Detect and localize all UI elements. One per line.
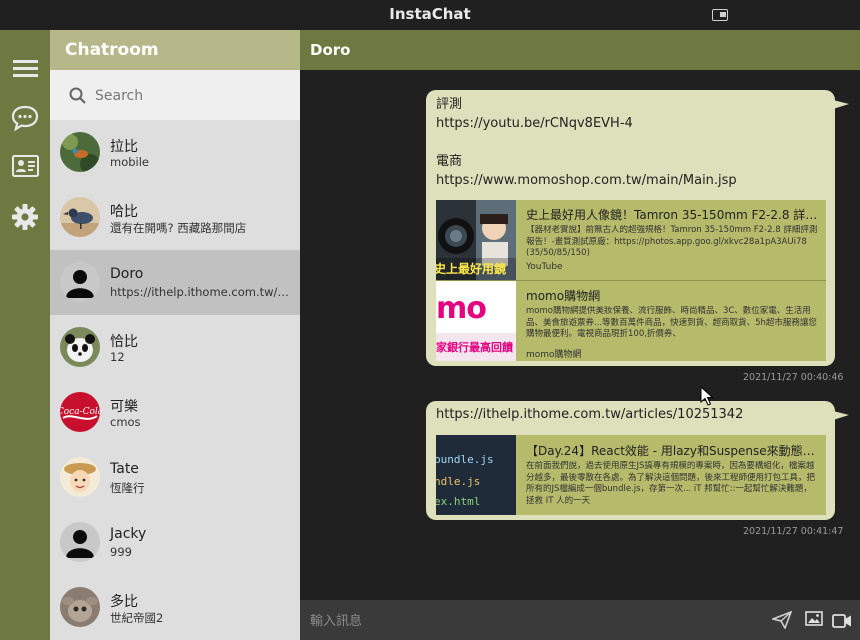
search-icon [69,87,86,104]
chat-name: 哈比 [110,204,138,220]
search-input[interactable] [95,84,285,108]
conversation-title: Doro [300,30,860,70]
momo-logo: mo [436,291,487,326]
chat-last-message: 世紀帝國2 [110,611,164,625]
message-timestamp: 2021/11/27 00:41:47 [743,526,844,537]
contacts-button[interactable] [10,151,40,181]
chat-last-message: 12 [110,350,125,364]
thumbnail-caption: 家銀行最高回饋 [436,341,513,354]
message-input[interactable] [310,610,750,632]
chat-last-message: 還有在開嗎? 西藏路那間店 [110,221,247,235]
thumbnail-file-1: bundle.js [436,453,494,466]
send-button[interactable] [770,610,793,633]
chat-item-kele[interactable]: Coca-Cola 可樂 cmos [50,380,300,445]
preview-description: 在前面我們說，過去使用原生JS搞專有規模的專案時，因為要構組化，檔案越分越多，最… [526,461,816,506]
message-input-bar [300,600,860,640]
gear-icon [12,204,38,230]
preview-title: 【Day.24】React效能 - 用lazy和Suspense來動態載入元件 [526,444,822,458]
avatar [60,587,100,627]
chats-button[interactable] [10,103,40,133]
link-preview-ithelp[interactable]: bundle.js ndle.js ex.html 【Day.24】React效… [436,435,826,515]
chat-name: Jacky [110,526,147,542]
message-bubble: 評測 https://youtu.be/rCNqv8EVH-4 電商 https… [426,90,849,366]
video-icon [832,614,851,628]
preview-thumbnail: mo 家銀行最高回饋 [436,281,516,361]
menu-button[interactable] [10,54,40,84]
link-preview-momo[interactable]: mo 家銀行最高回饋 momo購物網 momo購物網提供美妝保養、流行服飾、時尚… [436,281,826,361]
icon-rail [0,30,50,640]
message-bubble: https://ithelp.ithome.com.tw/articles/10… [426,401,849,520]
thumbnail-file-2: ndle.js [436,475,481,488]
message-timestamp: 2021/11/27 00:40:46 [743,372,844,383]
video-button[interactable] [832,613,852,632]
app-title: InstaChat [389,5,471,23]
avatar [60,262,100,302]
send-icon [770,610,793,630]
avatar [60,457,100,497]
preview-site: YouTube [526,262,563,272]
chat-last-message: mobile [110,155,150,169]
chat-item-doro[interactable]: Doro https://ithelp.ithome.com.tw/articl… [50,250,300,315]
image-button[interactable] [805,611,823,631]
chat-last-message: 恆隆行 [110,481,145,495]
menu-icon [13,60,38,77]
chat-last-message: https://ithelp.ithome.com.tw/articles/10… [110,285,290,299]
chat-item-habi[interactable]: 哈比 還有在開嗎? 西藏路那間店 [50,185,300,250]
image-icon [805,611,823,626]
thumbnail-caption: 史上最好用鏡 [436,262,507,276]
preview-thumbnail: 史上最好用鏡 [436,200,516,280]
chat-name: 恰比 [110,334,138,350]
chat-name: 可樂 [110,399,138,415]
mouse-cursor-icon [700,386,714,406]
chat-item-jacky[interactable]: Jacky 999 [50,510,300,575]
avatar [60,132,100,172]
avatar [60,197,100,237]
link-preview-youtube[interactable]: 史上最好用鏡 史上最好用人像鏡！Tamron 35-150mm F2-2.8 詳… [436,200,826,280]
chat-name: Tate [110,461,139,477]
message-text: 評測 https://youtu.be/rCNqv8EVH-4 電商 https… [436,97,737,188]
chat-name: 拉比 [110,139,138,155]
chat-last-message: 999 [110,545,132,559]
chat-list-panel: Chatroom 拉比 mobile 哈比 還有在開嗎? 西藏路那間店 [50,30,300,640]
chat-item-qiabi[interactable]: 恰比 12 [50,315,300,380]
chat-last-message: cmos [110,415,141,429]
window-control-icon[interactable] [712,9,728,21]
contact-card-icon [12,155,39,177]
preview-title: momo購物網 [526,289,601,303]
avatar: Coca-Cola [60,392,100,432]
chat-item-rabi[interactable]: 拉比 mobile [50,120,300,185]
chatroom-title: Chatroom [50,30,300,70]
preview-thumbnail: bundle.js ndle.js ex.html [436,435,516,515]
chat-name: 多比 [110,594,138,610]
preview-site: momo購物網 [526,350,582,360]
avatar [60,522,100,562]
svg-text:Coca-Cola: Coca-Cola [60,407,100,417]
settings-button[interactable] [10,202,40,232]
search-bar [50,70,300,120]
conversation-area: 評測 https://youtu.be/rCNqv8EVH-4 電商 https… [300,70,860,600]
thumbnail-file-3: ex.html [436,495,481,508]
chat-item-tate[interactable]: Tate 恆隆行 [50,445,300,510]
chat-name: Doro [110,266,144,282]
avatar [60,327,100,367]
chat-bubble-icon [11,105,39,132]
message-text: https://ithelp.ithome.com.tw/articles/10… [436,407,744,422]
title-bar: InstaChat [0,0,860,30]
preview-description: 【器材老實說】前無古人的超強規格！Tamron 35-150mm F2-2.8 … [526,225,818,258]
chat-item-dobi[interactable]: 多比 世紀帝國2 [50,575,300,640]
preview-title: 史上最好用人像鏡！Tamron 35-150mm F2-2.8 詳細評測報告 [526,208,822,222]
